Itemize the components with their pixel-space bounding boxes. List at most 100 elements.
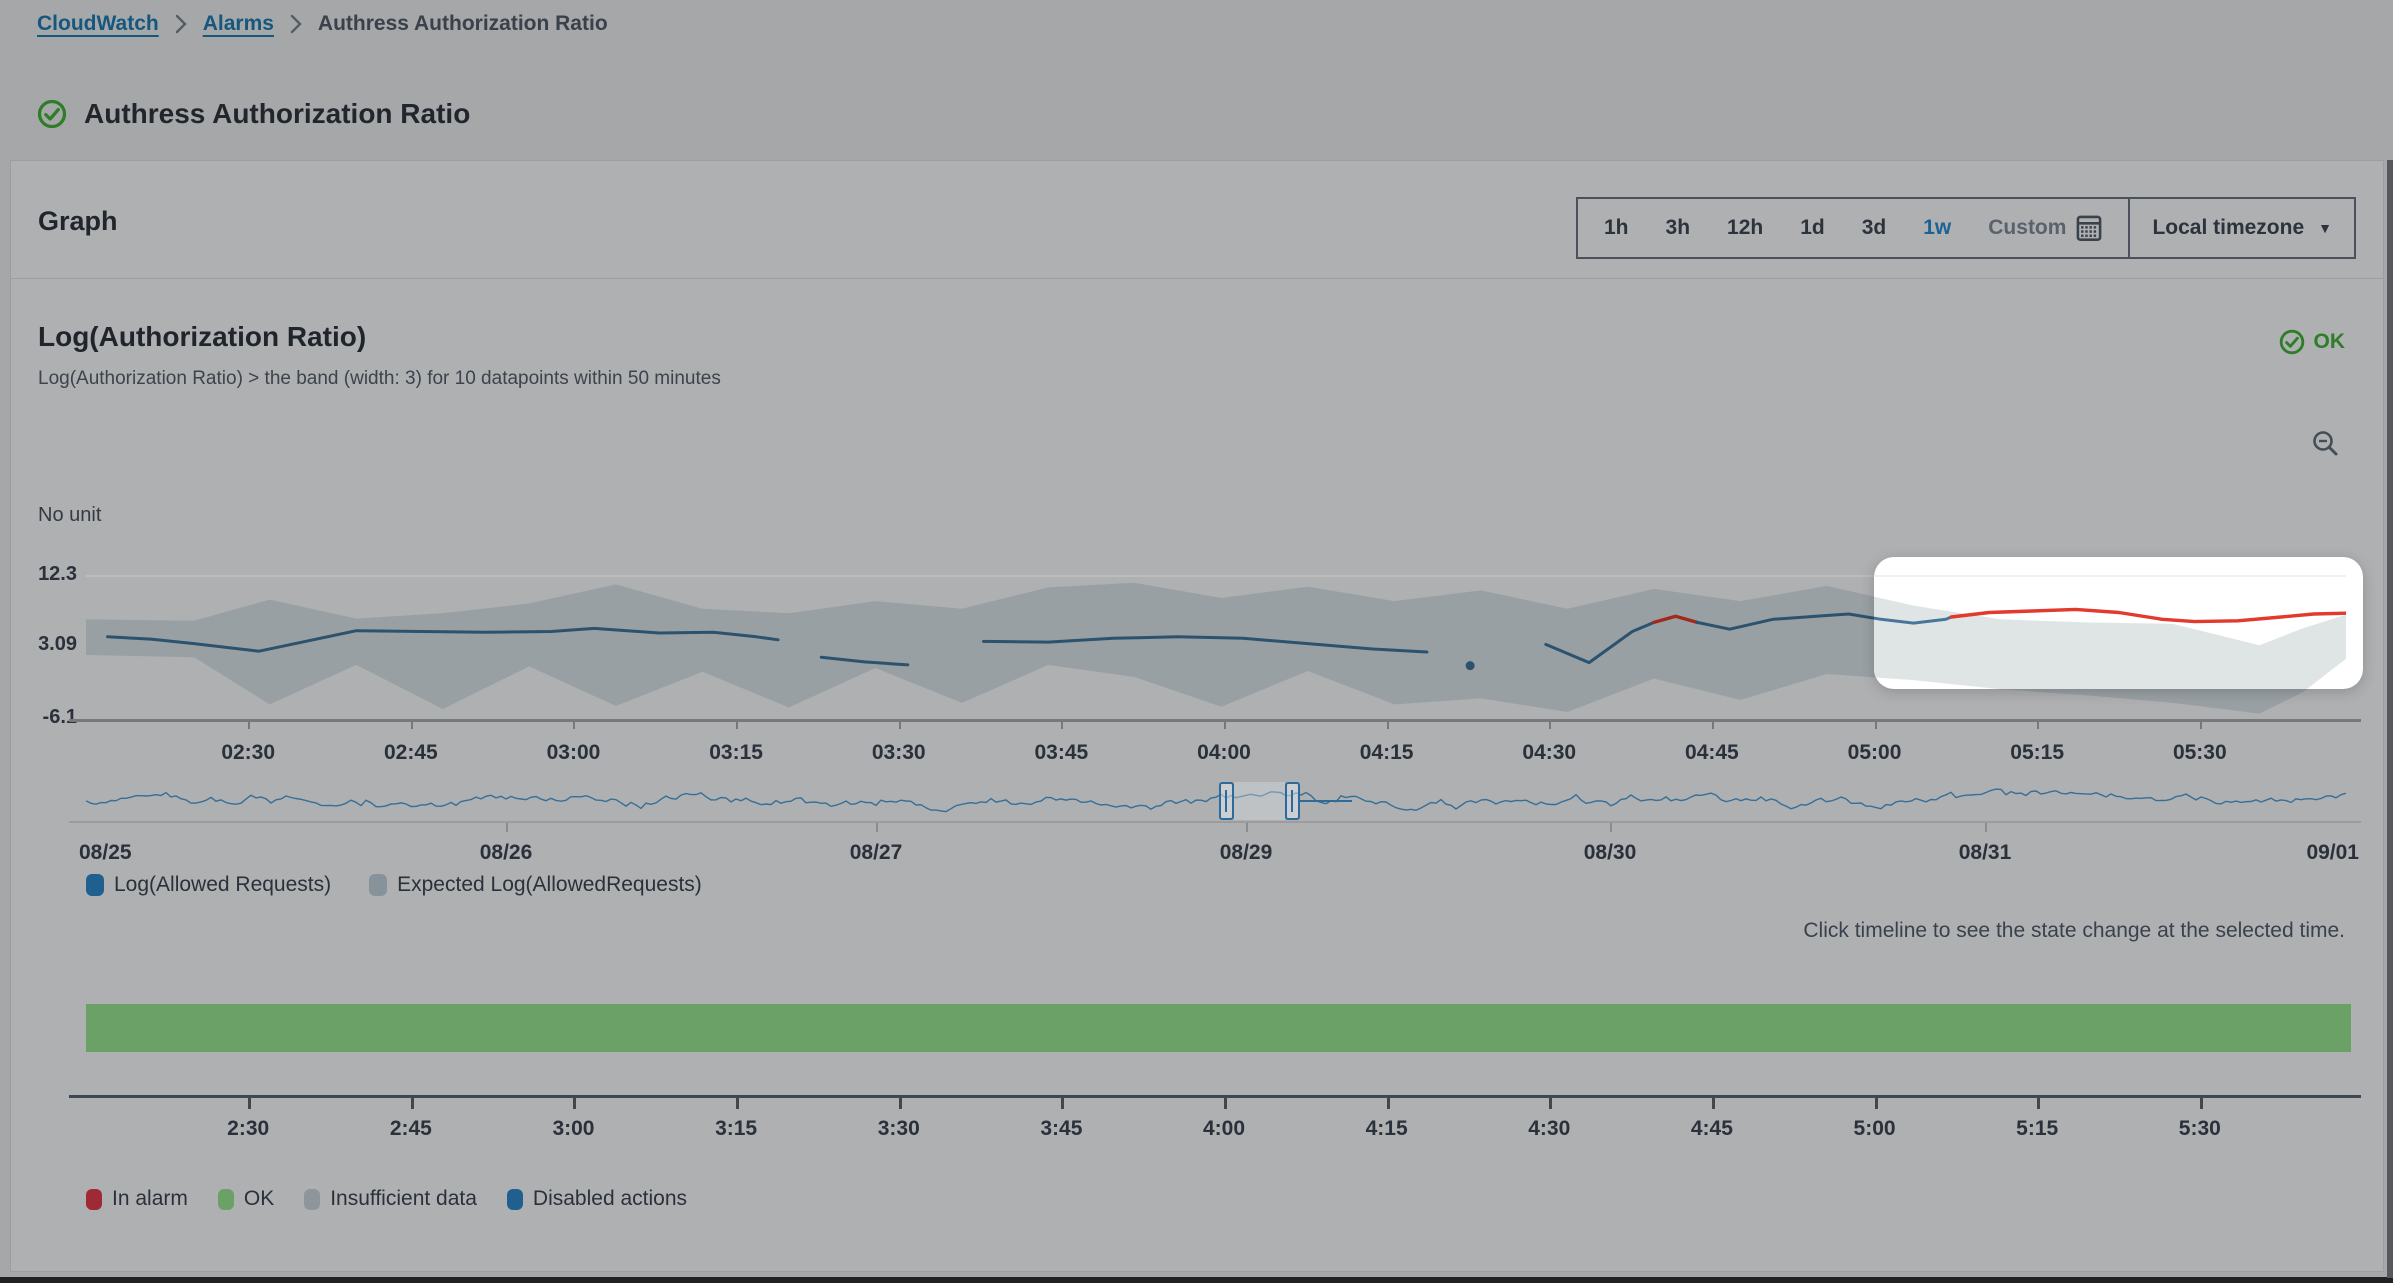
breadcrumb-chevron-icon — [289, 14, 303, 34]
x-axis-tick — [248, 721, 250, 729]
date-label: 08/26 — [480, 841, 533, 865]
mini-timeline-sparkline[interactable] — [86, 781, 2346, 821]
state-axis-tick — [1712, 1098, 1715, 1109]
state-axis-tick — [1387, 1098, 1390, 1109]
brush-handle-left[interactable] — [1219, 782, 1234, 820]
highlight-chart-clone — [1874, 561, 2346, 689]
timezone-dropdown[interactable]: Local timezone ▼ — [2130, 199, 2354, 257]
state-axis-tick-label: 3:45 — [1040, 1117, 1082, 1141]
y-axis-tick-label: 12.3 — [19, 563, 77, 586]
range-presets: 1h 3h 12h 1d 3d 1w Custom — [1578, 199, 2128, 257]
breadcrumb-item-authress-authorization-ratio: Authress Authorization Ratio — [318, 12, 608, 36]
y-axis-unit-label: No unit — [38, 504, 101, 527]
chart-subtitle: Log(Authorization Ratio) > the band (wid… — [38, 368, 721, 390]
state-axis-tick — [1224, 1098, 1227, 1109]
state-axis-tick-label: 2:45 — [390, 1117, 432, 1141]
legend-color-chip — [369, 874, 387, 896]
state-legend: In alarm OK Insufficient data Disabled acti… — [86, 1187, 687, 1211]
breadcrumb-item-alarms[interactable]: Alarms — [203, 12, 274, 36]
brush-handle-right[interactable] — [1285, 782, 1300, 820]
timeline-track-tick — [1246, 823, 1248, 832]
timeline-hint: Click timeline to see the state change a… — [1803, 919, 2345, 943]
state-axis-tick — [2037, 1098, 2040, 1109]
state-axis-tick-label: 3:15 — [715, 1117, 757, 1141]
range-button-1d[interactable]: 1d — [1800, 216, 1825, 240]
date-label: 09/01 — [2306, 841, 2359, 865]
legend-label: Disabled actions — [533, 1187, 687, 1211]
state-axis-tick — [411, 1098, 414, 1109]
state-legend-item-ok: OK — [218, 1187, 274, 1211]
legend-color-chip — [507, 1189, 523, 1210]
brush-selection[interactable] — [1234, 782, 1285, 820]
x-axis-tick — [411, 721, 413, 729]
range-button-1h[interactable]: 1h — [1604, 216, 1629, 240]
legend-item-expected-log-allowedrequests-[interactable]: Expected Log(AllowedRequests) — [369, 873, 702, 897]
state-axis-tick — [1549, 1098, 1552, 1109]
scrollbar[interactable] — [2387, 160, 2393, 1278]
legend-color-chip — [304, 1189, 320, 1210]
state-axis-tick-label: 4:15 — [1366, 1117, 1408, 1141]
calendar-icon — [2076, 214, 2102, 242]
x-axis-tick — [1061, 721, 1063, 729]
state-legend-item-insufficient-data: Insufficient data — [304, 1187, 477, 1211]
state-axis-tick-label: 3:30 — [878, 1117, 920, 1141]
range-button-3d[interactable]: 3d — [1862, 216, 1887, 240]
state-axis-tick — [573, 1098, 576, 1109]
x-axis-tick — [1712, 721, 1714, 729]
x-axis-tick — [1875, 721, 1877, 729]
state-axis-tick-label: 4:30 — [1528, 1117, 1570, 1141]
state-axis-tick-label: 5:15 — [2016, 1117, 2058, 1141]
timeline-track-tick — [506, 823, 508, 832]
x-axis-tick — [736, 721, 738, 729]
timeline-track-tick — [876, 823, 878, 832]
state-axis-tick-label: 4:45 — [1691, 1117, 1733, 1141]
state-ok-bar[interactable] — [86, 1004, 2351, 1052]
x-axis-tick-label: 03:45 — [1035, 741, 1089, 765]
x-axis-tick — [1224, 721, 1226, 729]
date-label: 08/31 — [1959, 841, 2012, 865]
x-axis-tick — [1549, 721, 1551, 729]
chart-legend: Log(Allowed Requests) Expected Log(Allowe… — [86, 873, 702, 897]
timeline-track-tick — [1610, 823, 1612, 832]
cloudwatch-alarm-page: CloudWatch Alarms Authress Authorization R… — [0, 0, 2393, 1283]
state-axis-tick — [2200, 1098, 2203, 1109]
chart-title: Log(Authorization Ratio) — [38, 321, 366, 353]
y-axis-tick-label: -6.1 — [19, 706, 77, 729]
custom-range-button[interactable]: Custom — [1988, 214, 2102, 242]
state-axis-tick — [1875, 1098, 1878, 1109]
state-legend-item-disabled-actions: Disabled actions — [507, 1187, 687, 1211]
custom-label: Custom — [1988, 216, 2066, 240]
legend-label: Insufficient data — [330, 1187, 477, 1211]
y-axis-tick-label: 3.09 — [19, 633, 77, 656]
date-label: 08/25 — [79, 841, 132, 865]
chevron-down-icon: ▼ — [2318, 220, 2332, 236]
state-axis-tick — [899, 1098, 902, 1109]
x-axis-tick-label: 03:30 — [872, 741, 926, 765]
breadcrumb-chevron-icon — [174, 14, 188, 34]
x-axis-tick-label: 04:45 — [1685, 741, 1739, 765]
legend-color-chip — [86, 874, 104, 896]
x-axis-tick-label: 05:30 — [2173, 741, 2227, 765]
legend-item-log-allowed-requests-[interactable]: Log(Allowed Requests) — [86, 873, 331, 897]
divider — [11, 278, 2383, 279]
x-axis-tick — [899, 721, 901, 729]
alarm-state-badge: OK — [2279, 329, 2346, 355]
breadcrumb-item-cloudwatch[interactable]: CloudWatch — [37, 12, 159, 36]
state-axis-tick — [1061, 1098, 1064, 1109]
state-axis-tick — [248, 1098, 251, 1109]
range-button-12h[interactable]: 12h — [1727, 216, 1763, 240]
state-legend-item-in-alarm: In alarm — [86, 1187, 188, 1211]
state-axis-tick-label: 4:00 — [1203, 1117, 1245, 1141]
check-circle-icon — [2279, 329, 2305, 355]
alarm-state-label: OK — [2314, 330, 2346, 354]
page-title: Authress Authorization Ratio — [84, 98, 470, 130]
range-button-3h[interactable]: 3h — [1666, 216, 1691, 240]
date-label: 08/27 — [850, 841, 903, 865]
timeline-track[interactable] — [69, 821, 2361, 823]
range-button-1w[interactable]: 1w — [1923, 216, 1951, 240]
zoom-out-icon[interactable] — [2311, 429, 2341, 464]
window-bottom-edge — [0, 1277, 2393, 1283]
state-axis-tick-label: 2:30 — [227, 1117, 269, 1141]
legend-label: Expected Log(AllowedRequests) — [397, 873, 702, 897]
highlight-spotlight — [1874, 557, 2363, 689]
